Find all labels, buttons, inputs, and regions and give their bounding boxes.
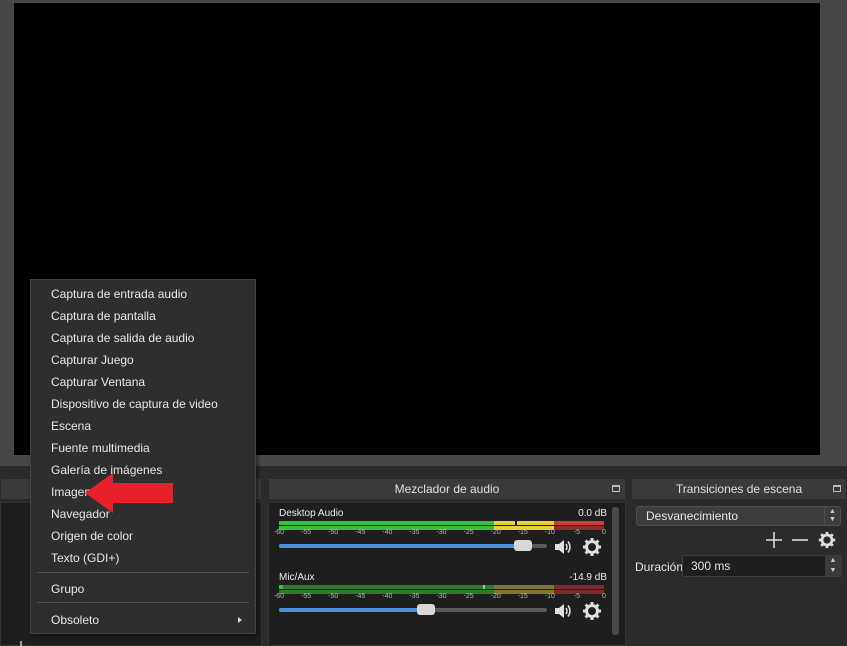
menu-item-deprecated[interactable]: Obsoleto <box>32 609 254 631</box>
gear-icon[interactable] <box>581 600 603 622</box>
transition-properties-button[interactable] <box>817 530 837 550</box>
add-source-button[interactable] <box>10 638 32 646</box>
submenu-arrow-icon <box>238 617 242 623</box>
audio-mixer-title-text: Mezclador de audio <box>394 482 500 496</box>
scene-transitions-dock: Transiciones de escena Desvanecimiento ▲… <box>631 478 847 646</box>
menu-item-display-capture[interactable]: Captura de pantalla <box>32 305 254 327</box>
speaker-icon[interactable] <box>552 536 574 558</box>
channel-name: Mic/Aux <box>279 572 315 583</box>
remove-transition-button[interactable] <box>790 530 810 550</box>
volume-slider-handle[interactable] <box>514 540 532 551</box>
volume-slider[interactable] <box>279 604 547 615</box>
red-arrow-icon <box>85 473 173 513</box>
menu-item-video-capture-device[interactable]: Dispositivo de captura de video <box>32 393 254 415</box>
menu-item-color-source[interactable]: Origen de color <box>32 525 254 547</box>
menu-separator <box>37 602 249 603</box>
audio-mixer-title: Mezclador de audio <box>268 478 626 500</box>
menu-item-media-source[interactable]: Fuente multimedia <box>32 437 254 459</box>
menu-item-audio-input-capture[interactable]: Captura de entrada audio <box>32 283 254 305</box>
volume-meter-left <box>279 521 604 525</box>
duration-spinbox[interactable]: 300 ms ▲ ▼ <box>682 555 842 577</box>
undock-icon[interactable] <box>612 485 620 492</box>
channel-db-value: 0.0 dB <box>578 508 607 519</box>
menu-separator <box>37 572 249 573</box>
volume-meter-left <box>279 585 604 589</box>
mixer-scrollbar[interactable] <box>612 507 619 635</box>
scene-transitions-title: Transiciones de escena <box>631 478 847 500</box>
scene-transitions-body: Desvanecimiento ▲ ▼ Duración 300 ms ▲ ▼ <box>631 502 847 646</box>
add-source-context-menu: Captura de entrada audio Captura de pant… <box>30 279 256 634</box>
volume-slider[interactable] <box>279 540 547 551</box>
transition-select[interactable]: Desvanecimiento ▲ ▼ <box>636 506 841 526</box>
channel-db-value: -14.9 dB <box>569 572 607 583</box>
updown-arrows-icon: ▲ ▼ <box>824 507 840 525</box>
add-transition-button[interactable] <box>764 530 784 550</box>
menu-item-scene[interactable]: Escena <box>32 415 254 437</box>
menu-item-audio-output-capture[interactable]: Captura de salida de audio <box>32 327 254 349</box>
plus-icon <box>20 641 22 646</box>
volume-slider-handle[interactable] <box>417 604 435 615</box>
gear-icon[interactable] <box>581 536 603 558</box>
transition-select-value: Desvanecimiento <box>646 509 739 523</box>
undock-icon[interactable] <box>833 485 841 492</box>
menu-item-game-capture[interactable]: Capturar Juego <box>32 349 254 371</box>
duration-label: Duración <box>635 560 684 574</box>
menu-item-deprecated-label: Obsoleto <box>51 613 100 627</box>
audio-mixer-dock: Mezclador de audio Desktop Audio 0.0 dB … <box>268 478 626 646</box>
menu-item-text-gdi[interactable]: Texto (GDI+) <box>32 547 254 569</box>
duration-value: 300 ms <box>691 559 731 573</box>
speaker-icon[interactable] <box>552 600 574 622</box>
scene-transitions-title-text: Transiciones de escena <box>675 482 803 496</box>
menu-item-group[interactable]: Grupo <box>32 578 254 600</box>
channel-name: Desktop Audio <box>279 508 344 519</box>
menu-item-window-capture[interactable]: Capturar Ventana <box>32 371 254 393</box>
audio-mixer-body: Desktop Audio 0.0 dB -60 -55 -50 -45 -40… <box>268 502 626 646</box>
spin-arrows-icon[interactable]: ▲ ▼ <box>825 556 841 576</box>
